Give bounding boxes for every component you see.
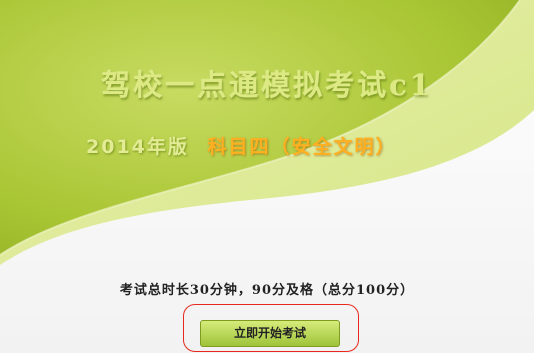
subject-label: 科目四（安全文明） <box>207 136 397 158</box>
exam-info: 考试总时长30分钟，90分及格（总分100分） <box>119 283 415 298</box>
banner-background <box>0 0 534 353</box>
start-exam-button[interactable]: 立即开始考试 <box>200 320 340 347</box>
edition-row: 2014年版 科目四（安全文明） <box>86 132 397 159</box>
edition-label: 2014年版 <box>86 136 189 158</box>
app-title: 驾校一点通模拟考试c1 <box>101 68 433 102</box>
